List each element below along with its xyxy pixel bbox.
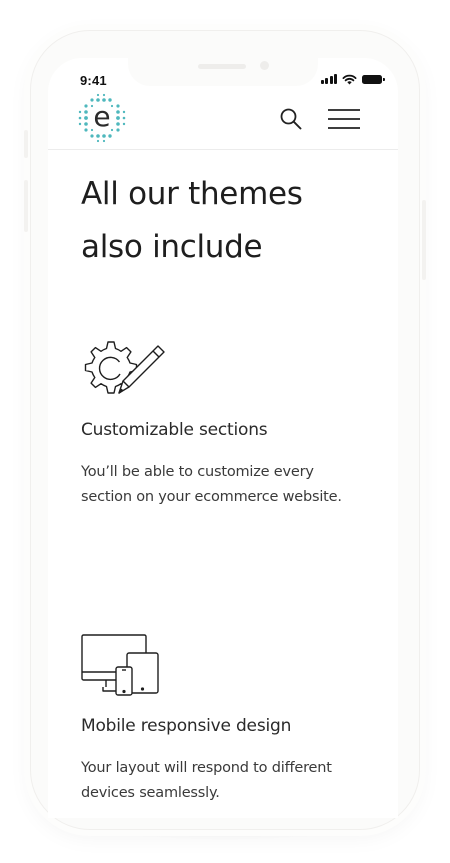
hamburger-menu-icon[interactable] xyxy=(326,106,362,132)
feature-description: You’ll be able to customize every sectio… xyxy=(81,460,371,510)
front-camera xyxy=(260,61,269,70)
feature-title: Customizable sections xyxy=(81,420,268,440)
status-icons xyxy=(320,72,385,86)
devices-icon xyxy=(81,634,159,696)
page-title-line: All our themes xyxy=(81,176,303,212)
phone-side-button xyxy=(24,180,28,232)
phone-notch xyxy=(128,58,318,86)
stage: 9:41 e All our themes also include Custo… xyxy=(0,0,450,863)
feature-description-line: devices seamlessly. xyxy=(81,785,220,801)
wifi-icon xyxy=(342,74,357,84)
cellular-signal-icon xyxy=(320,74,337,84)
e-logo-icon[interactable]: e xyxy=(76,92,128,144)
site-header: e xyxy=(48,86,398,150)
phone-side-button xyxy=(24,130,28,158)
page-title-line: also include xyxy=(81,229,263,265)
feature-description-line: section on your ecommerce website. xyxy=(81,489,342,505)
feature-description: Your layout will respond to different de… xyxy=(81,756,371,806)
gear-pencil-icon xyxy=(84,341,165,394)
feature-description-line: Your layout will respond to different xyxy=(81,760,332,776)
phone-screen: 9:41 e All our themes also include Custo… xyxy=(48,58,398,818)
search-icon[interactable] xyxy=(278,106,304,132)
phone-side-button xyxy=(422,200,426,280)
battery-icon xyxy=(362,74,385,84)
page-title: All our themes also include xyxy=(81,168,371,274)
feature-description-line: You’ll be able to customize every xyxy=(81,464,314,480)
logo-letter: e xyxy=(93,100,110,133)
speaker-grille xyxy=(198,64,246,69)
feature-title: Mobile responsive design xyxy=(81,716,292,736)
